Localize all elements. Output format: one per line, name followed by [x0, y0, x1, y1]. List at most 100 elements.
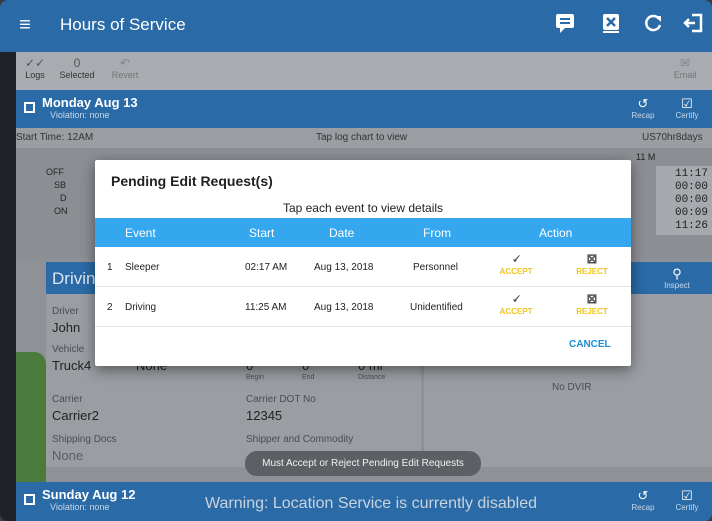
- cancel-button[interactable]: CANCEL: [569, 339, 611, 350]
- selected-count: 0: [73, 56, 81, 70]
- start-time: Start Time: 12AM: [16, 132, 94, 143]
- revert-label: Revert: [111, 70, 139, 80]
- row-number: 2: [107, 302, 113, 313]
- column-date: Date: [329, 226, 355, 240]
- accept-button[interactable]: 🗸 ACCEPT: [491, 291, 541, 316]
- chart-row-d: D: [60, 193, 67, 203]
- page-title: Hours of Service: [60, 15, 186, 34]
- cycle-rule: US70hr8days: [642, 132, 703, 143]
- location-warning-banner: Warning: Location Service is currently d…: [0, 488, 712, 521]
- reject-icon: ⊠: [586, 291, 598, 306]
- hours-off: 11:17: [674, 168, 708, 180]
- certify-label: Certify: [675, 111, 699, 120]
- table-row[interactable]: 1 Sleeper 02:17 AM Aug 13, 2018 Personne…: [95, 247, 631, 287]
- hours-d: 00:00: [674, 194, 708, 206]
- log-toolbar: ✓✓ Logs 0 Selected ↶ Revert ✉ Email: [16, 52, 712, 90]
- accept-icon: 🗸: [511, 291, 521, 306]
- accept-label: ACCEPT: [499, 307, 533, 316]
- odometer-begin-label: Begin: [246, 374, 264, 381]
- inspect-button[interactable]: ⚲ Inspect: [662, 266, 692, 290]
- day-violation: Violation: none: [50, 110, 110, 120]
- table-row[interactable]: 2 Driving 11:25 AM Aug 13, 2018 Unidenti…: [95, 287, 631, 327]
- column-event: Event: [125, 226, 156, 240]
- location-warning-text: Warning: Location Service is currently d…: [205, 495, 538, 512]
- distance-label: Distance: [358, 374, 386, 381]
- odometer-end-label: End: [302, 374, 315, 381]
- dot-value: 12345: [246, 408, 283, 423]
- shipper-label: Shipper and Commodity: [246, 434, 354, 445]
- search-icon: ⚲: [672, 266, 682, 281]
- row-from: Unidentified: [410, 302, 463, 313]
- day-checkbox[interactable]: [24, 102, 35, 113]
- driver-value: John: [52, 320, 81, 335]
- certify-button[interactable]: ☑ Certify: [672, 96, 702, 120]
- shipping-docs-label: Shipping Docs: [52, 434, 117, 445]
- undo-icon: ↶: [119, 56, 131, 70]
- day-title: Monday Aug 13: [42, 95, 138, 110]
- table-header: Event Start Date From Action: [95, 218, 631, 247]
- vehicle-value: Truck4: [52, 358, 92, 373]
- reject-label: REJECT: [576, 307, 608, 316]
- column-from: From: [423, 226, 451, 240]
- driver-label: Driver: [52, 306, 79, 317]
- chart-hour-totals: 11:17 00:00 00:00 00:09 11:26: [656, 166, 712, 235]
- inspect-label: Inspect: [664, 281, 690, 290]
- refresh-icon[interactable]: [640, 12, 666, 38]
- reject-button[interactable]: ⊠ REJECT: [567, 291, 617, 316]
- hours-on: 00:09: [674, 207, 708, 219]
- chart-row-off: OFF: [46, 167, 64, 177]
- shipping-docs-value: None: [52, 448, 84, 463]
- checkmarks-icon: ✓✓: [24, 56, 46, 70]
- logs-label: Logs: [25, 70, 45, 80]
- row-start: 02:17 AM: [245, 262, 288, 273]
- reject-button[interactable]: ⊠ REJECT: [567, 251, 617, 276]
- reject-icon: ⊠: [586, 251, 598, 266]
- row-from: Personnel: [413, 262, 459, 273]
- accept-button[interactable]: 🗸 ACCEPT: [491, 251, 541, 276]
- accept-label: ACCEPT: [499, 267, 533, 276]
- recap-label: Recap: [631, 111, 655, 120]
- row-event: Sleeper: [125, 262, 160, 273]
- certify-check-icon: ☑: [681, 96, 693, 111]
- log-info-row: Start Time: 12AM Tap log chart to view U…: [16, 128, 712, 148]
- toast-message: Must Accept or Reject Pending Edit Reque…: [245, 451, 481, 476]
- hours-total: 11:26: [674, 220, 708, 232]
- dialog-title: Pending Edit Request(s): [111, 173, 273, 189]
- dot-label: Carrier DOT No: [246, 394, 316, 405]
- email-button[interactable]: ✉ Email: [670, 56, 700, 80]
- revert-button[interactable]: ↶ Revert: [108, 56, 142, 80]
- delete-x-icon[interactable]: [598, 12, 624, 38]
- carrier-value: Carrier2: [52, 408, 99, 423]
- email-icon: ✉: [679, 56, 691, 70]
- row-date: Aug 13, 2018: [314, 302, 374, 313]
- dialog-subtitle: Tap each event to view details: [282, 201, 444, 215]
- logs-button[interactable]: ✓✓ Logs: [22, 56, 48, 80]
- menu-icon[interactable]: ≡: [14, 14, 36, 36]
- selected-counter: 0 Selected: [52, 56, 102, 80]
- chart-hour-label: 11 M: [636, 152, 656, 162]
- day-header-monday[interactable]: Monday Aug 13 Violation: none ↺ Recap ☑ …: [16, 90, 712, 128]
- vehicle-label: Vehicle: [52, 344, 85, 355]
- row-number: 1: [107, 262, 113, 273]
- reject-label: REJECT: [576, 267, 608, 276]
- logout-icon[interactable]: [680, 12, 706, 38]
- accept-icon: 🗸: [511, 251, 521, 266]
- recap-button[interactable]: ↺ Recap: [628, 96, 658, 120]
- column-action: Action: [539, 226, 573, 240]
- email-label: Email: [673, 70, 697, 80]
- chart-row-sb: SB: [54, 180, 67, 190]
- hours-sb: 00:00: [674, 181, 708, 193]
- pending-edit-dialog: Pending Edit Request(s) Tap each event t…: [95, 160, 631, 366]
- app-frame: ≡ Hours of Service ✓✓ Logs 0 Selected ↶: [0, 0, 712, 521]
- message-icon[interactable]: [552, 12, 578, 38]
- carrier-label: Carrier: [52, 394, 83, 405]
- row-date: Aug 13, 2018: [314, 262, 374, 273]
- chart-row-on: ON: [54, 206, 68, 216]
- row-start: 11:25 AM: [245, 302, 287, 313]
- row-event: Driving: [125, 302, 157, 313]
- dvir-value: No DVIR: [552, 382, 592, 393]
- tap-chart-hint: Tap log chart to view: [316, 132, 408, 143]
- left-rail: [0, 52, 16, 521]
- column-start: Start: [249, 226, 275, 240]
- app-bar: ≡ Hours of Service: [0, 0, 712, 52]
